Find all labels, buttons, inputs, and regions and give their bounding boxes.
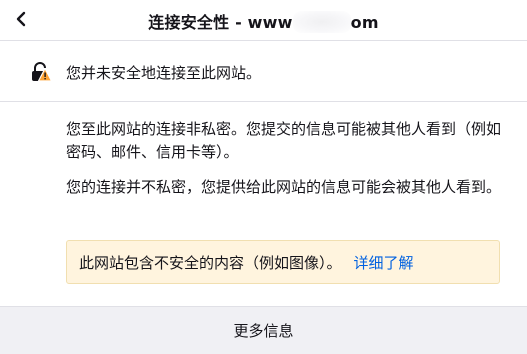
learn-more-link[interactable]: 详细了解 xyxy=(354,252,414,273)
privacy-paragraph: 您至此网站的连接非私密。您提交的信息可能被其他人看到（例如密码、邮件、信用卡等）… xyxy=(66,120,502,161)
details: 您至此网站的连接非私密。您提交的信息可能被其他人看到（例如密码、邮件、信用卡等）… xyxy=(66,118,506,211)
connection-paragraph: 您的连接并不私密，您提供给此网站的信息可能会被其他人看到。 xyxy=(66,178,502,196)
page-title: 连接安全性 - www om xyxy=(0,9,527,33)
title-prefix: 连接安全性 - www xyxy=(148,13,293,32)
connection-status: 您并未安全地连接至此网站。 xyxy=(0,41,527,102)
title-suffix: om xyxy=(350,13,379,32)
notice-text: 此网站包含不安全的内容（例如图像）。 xyxy=(79,253,342,272)
more-info-button[interactable]: 更多信息 xyxy=(0,306,527,354)
header: 连接安全性 - www om xyxy=(0,0,527,41)
status-text: 您并未安全地连接至此网站。 xyxy=(66,64,262,82)
more-info-label: 更多信息 xyxy=(233,322,294,340)
insecure-lock-warning-icon xyxy=(32,62,52,82)
redacted-domain xyxy=(292,11,351,33)
mixed-content-notice: 此网站包含不安全的内容（例如图像）。 详细了解 xyxy=(66,240,500,284)
